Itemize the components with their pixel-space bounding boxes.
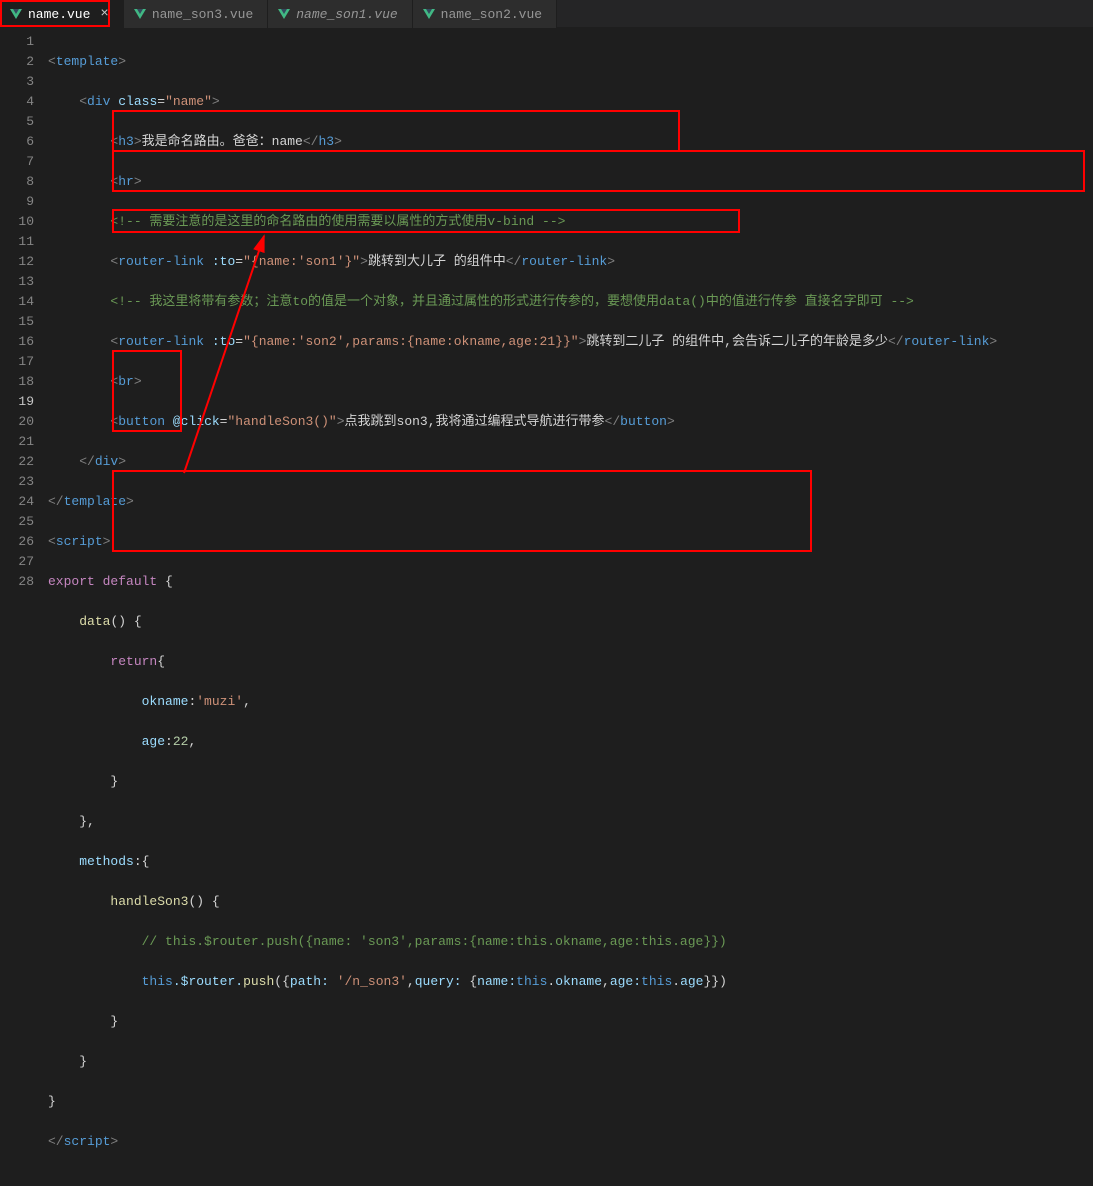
- line-number: 18: [0, 372, 34, 392]
- line-number: 2: [0, 52, 34, 72]
- tab-name-son1[interactable]: name_son1.vue: [268, 0, 412, 28]
- tab-label: name_son3.vue: [152, 7, 253, 22]
- line-number: 24: [0, 492, 34, 512]
- line-number: 25: [0, 512, 34, 532]
- line-number: 15: [0, 312, 34, 332]
- tab-name-vue[interactable]: name.vue ×: [0, 0, 124, 28]
- code-area[interactable]: <template> <div class="name"> <h3>我是命名路由…: [48, 28, 1093, 593]
- vue-icon: [423, 9, 435, 19]
- line-number: 12: [0, 252, 34, 272]
- line-number: 7: [0, 152, 34, 172]
- line-number: 20: [0, 412, 34, 432]
- line-number: 4: [0, 92, 34, 112]
- line-number: 22: [0, 452, 34, 472]
- line-number: 9: [0, 192, 34, 212]
- tab-label: name_son2.vue: [441, 7, 542, 22]
- line-number: 14: [0, 292, 34, 312]
- line-number: 10: [0, 212, 34, 232]
- line-number: 6: [0, 132, 34, 152]
- line-number: 27: [0, 552, 34, 572]
- line-number: 3: [0, 72, 34, 92]
- line-number: 17: [0, 352, 34, 372]
- line-number: 23: [0, 472, 34, 492]
- line-number: 8: [0, 172, 34, 192]
- line-number: 16: [0, 332, 34, 352]
- line-number: 21: [0, 432, 34, 452]
- code-editor[interactable]: 1234567891011121314151617181920212223242…: [0, 28, 1093, 593]
- line-number: 26: [0, 532, 34, 552]
- vue-icon: [10, 9, 22, 19]
- tab-label: name_son1.vue: [296, 7, 397, 22]
- tab-name-son3[interactable]: name_son3.vue: [124, 0, 268, 28]
- line-number: 19: [0, 392, 34, 412]
- vue-icon: [134, 9, 146, 19]
- tab-name-son2[interactable]: name_son2.vue: [413, 0, 557, 28]
- line-number: 1: [0, 32, 34, 52]
- line-number-gutter: 1234567891011121314151617181920212223242…: [0, 28, 48, 593]
- tab-label: name.vue: [28, 7, 90, 22]
- line-number: 13: [0, 272, 34, 292]
- line-number: 11: [0, 232, 34, 252]
- close-icon[interactable]: ×: [100, 6, 108, 22]
- editor-tab-bar: name.vue × name_son3.vue name_son1.vue n…: [0, 0, 1093, 28]
- line-number: 28: [0, 572, 34, 592]
- vue-icon: [278, 9, 290, 19]
- line-number: 5: [0, 112, 34, 132]
